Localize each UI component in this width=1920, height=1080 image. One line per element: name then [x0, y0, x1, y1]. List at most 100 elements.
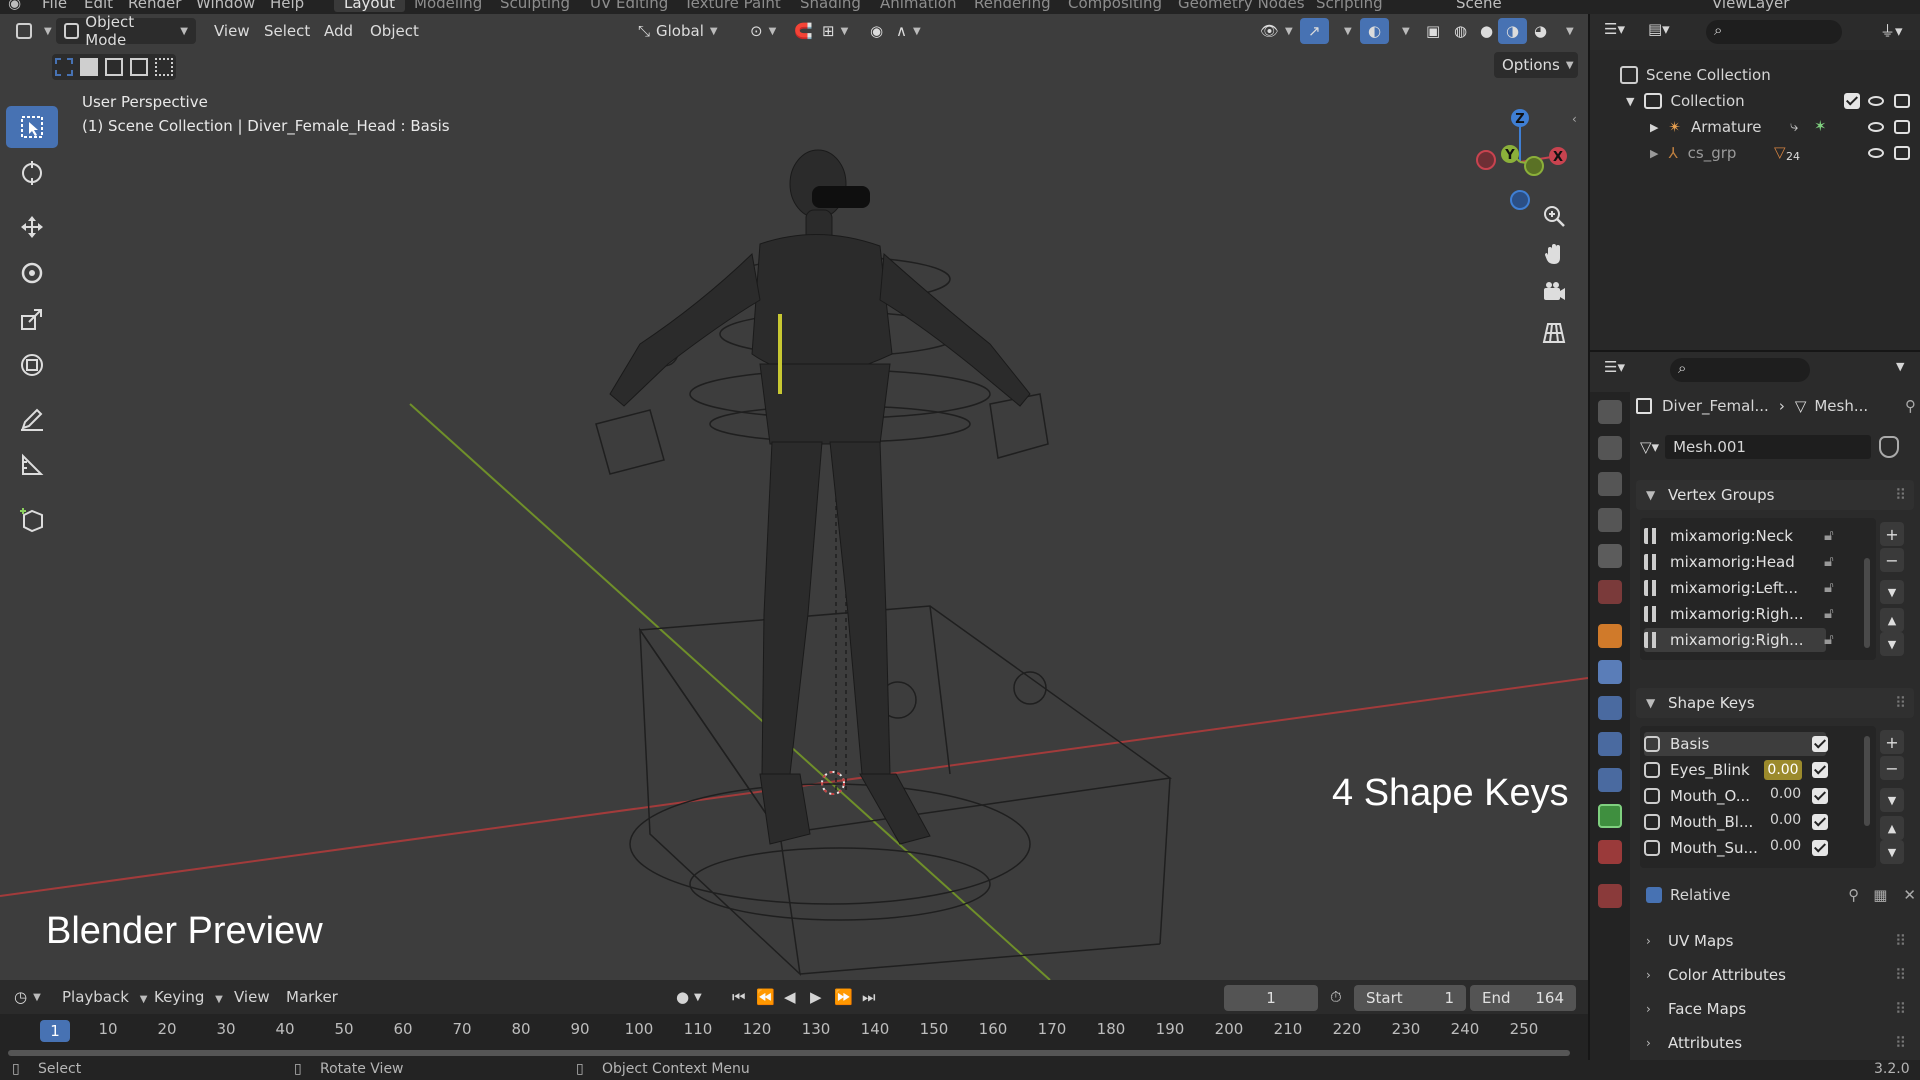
shape-key-value-field[interactable]: 0.00 [1764, 760, 1802, 780]
edit-menu[interactable]: Edit [84, 0, 113, 12]
shading-options-button[interactable]: ▼ [1552, 18, 1582, 44]
tab-texture-paint[interactable]: Texture Paint [684, 0, 781, 12]
rendered-shading-button[interactable]: ◕ [1526, 18, 1555, 44]
timeline-editor-type-button[interactable]: ◷ ▼ [6, 984, 49, 1010]
properties-search-input[interactable]: ⌕ [1670, 358, 1810, 382]
3d-viewport[interactable]: ▼ Object Mode ▼ View Select Add Object ⤡… [0, 14, 1588, 980]
options-dropdown[interactable]: Options ▼ [1494, 52, 1578, 78]
record-options-button[interactable]: ▼ [694, 992, 702, 1003]
shape-key-mute-checkbox[interactable] [1812, 814, 1828, 834]
perspective-toggle-button[interactable] [1536, 314, 1572, 350]
end-frame-field[interactable]: End 164 [1470, 985, 1576, 1011]
tool-tab-icon[interactable] [1598, 400, 1622, 424]
breadcrumb-mesh[interactable]: Mesh... [1814, 397, 1868, 415]
remove-shape-key-button[interactable]: − [1880, 756, 1904, 780]
uv-maps-panel-header[interactable]: › UV Maps ⠿ [1636, 926, 1914, 956]
playback-menu[interactable]: Playback ▼ [62, 988, 147, 1006]
blender-logo-icon[interactable]: ◉ [8, 0, 21, 12]
relative-checkbox[interactable] [1646, 887, 1662, 903]
proportional-falloff-button[interactable]: ∧ ▼ [888, 18, 929, 44]
jump-start-button[interactable]: ⏮ [732, 988, 746, 1006]
pan-button[interactable] [1536, 236, 1572, 272]
select-invert-icon[interactable] [129, 58, 148, 76]
camera-view-button[interactable] [1536, 274, 1572, 310]
lock-icon[interactable]: 🔓︎ [1824, 604, 1834, 622]
marker-menu[interactable]: Marker [286, 988, 338, 1006]
overlays-toggle[interactable]: ◐ [1360, 18, 1390, 44]
outliner-row-cs-grp[interactable]: ▶ ⅄ cs_grp ▽ 24 [1590, 140, 1920, 166]
scene-selector[interactable]: Scene [1456, 0, 1502, 12]
eye-icon[interactable] [1868, 122, 1884, 132]
clear-weights-icon[interactable]: ✕ [1903, 886, 1916, 904]
editor-type-button[interactable]: ▼ [8, 18, 60, 44]
tab-shading[interactable]: Shading [800, 0, 861, 12]
shape-key-value-field[interactable]: 0.00 [1770, 838, 1801, 854]
color-attributes-panel-header[interactable]: › Color Attributes ⠿ [1636, 960, 1914, 990]
shape-key-specials-button[interactable]: ▼ [1880, 788, 1904, 812]
add-shape-key-button[interactable]: + [1880, 730, 1904, 754]
mesh-data-tab-icon[interactable] [1598, 804, 1622, 828]
filter-icon[interactable]: ⏚▾ [1880, 20, 1903, 41]
add-vertex-group-button[interactable]: + [1880, 522, 1904, 546]
vertex-group-item-active[interactable]: mixamorig:Righ... [1644, 628, 1826, 652]
solid-shading-button[interactable]: ● [1472, 18, 1501, 44]
drag-handle-icon[interactable]: ⠿ [1895, 486, 1906, 504]
gizmo-options-button[interactable]: ▼ [1330, 18, 1360, 44]
texture-tab-icon[interactable] [1598, 884, 1622, 908]
scale-tool[interactable] [6, 298, 58, 340]
face-maps-panel-header[interactable]: › Face Maps ⠿ [1636, 994, 1914, 1024]
snap-options-button[interactable]: ⊞ ▼ [814, 18, 856, 44]
outliner-editor-type-icon[interactable]: ☰▾ [1604, 20, 1625, 38]
shape-key-value-field[interactable]: 0.00 [1770, 812, 1801, 828]
tab-modeling[interactable]: Modeling [414, 0, 482, 12]
mode-dropdown[interactable]: Object Mode ▼ [56, 14, 196, 49]
select-subtract-icon[interactable] [104, 58, 123, 76]
proportional-edit-toggle[interactable]: ◉ [862, 18, 891, 44]
measure-tool[interactable] [6, 444, 58, 486]
current-frame-field[interactable]: 1 [1224, 985, 1318, 1011]
list-scrollbar[interactable] [1864, 558, 1870, 648]
breadcrumb-object[interactable]: Diver_Femal... [1662, 397, 1769, 415]
camera-render-icon[interactable] [1894, 120, 1910, 134]
play-reverse-button[interactable]: ◀ [784, 988, 796, 1006]
fake-user-shield-icon[interactable] [1879, 436, 1900, 458]
camera-render-icon[interactable] [1894, 146, 1910, 160]
scene-tab-icon[interactable] [1598, 544, 1622, 568]
move-down-button[interactable]: ▼ [1880, 840, 1904, 864]
tab-layout[interactable]: Layout [334, 0, 405, 12]
move-tool[interactable] [6, 206, 58, 248]
timeline-ruler[interactable]: 1 10 20 30 40 50 60 70 80 90 100 110 120… [0, 1014, 1588, 1060]
pin-shape-icon[interactable]: ⚲ [1848, 886, 1859, 904]
rotate-tool[interactable] [6, 252, 58, 294]
lock-icon[interactable]: 🔓︎ [1824, 578, 1834, 596]
shape-keys-panel-header[interactable]: ▼ Shape Keys ⠿ [1636, 688, 1914, 718]
drag-handle-icon[interactable]: ⠿ [1895, 932, 1906, 950]
display-mode-icon[interactable]: ▤▾ [1648, 20, 1670, 38]
vertex-group-item[interactable]: mixamorig:Head [1644, 550, 1826, 574]
preview-range-toggle[interactable]: ⏱ [1330, 988, 1342, 1006]
render-tab-icon[interactable] [1598, 436, 1622, 460]
select-new-icon[interactable] [55, 58, 74, 76]
constraints-tab-icon[interactable] [1598, 768, 1622, 792]
transform-tool[interactable] [6, 344, 58, 386]
drag-handle-icon[interactable]: ⠿ [1895, 1000, 1906, 1018]
particles-tab-icon[interactable] [1598, 696, 1622, 720]
vertex-group-item[interactable]: mixamorig:Neck [1644, 524, 1826, 548]
add-cube-tool[interactable] [6, 498, 58, 540]
playhead-frame[interactable]: 1 [40, 1020, 70, 1042]
properties-options-icon[interactable]: ▼ [1896, 360, 1904, 373]
sidebar-toggle-arrow[interactable]: ‹ [1572, 112, 1577, 126]
attributes-panel-header[interactable]: › Attributes ⠿ [1636, 1028, 1914, 1058]
shape-key-value-field[interactable]: 0.00 [1770, 786, 1801, 802]
select-menu[interactable]: Select [256, 18, 318, 44]
view-layer-selector[interactable]: ViewLayer [1712, 0, 1789, 12]
shape-key-item-active[interactable]: Basis [1644, 732, 1826, 756]
tab-uv-editing[interactable]: UV Editing [590, 0, 668, 12]
render-menu[interactable]: Render [128, 0, 181, 12]
eye-icon[interactable] [1868, 96, 1884, 106]
mesh-browse-icon[interactable]: ▽▾ [1640, 438, 1659, 456]
remove-vertex-group-button[interactable]: − [1880, 548, 1904, 572]
viewport-scene[interactable] [0, 14, 1588, 980]
material-tab-icon[interactable] [1598, 840, 1622, 864]
tab-animation[interactable]: Animation [880, 0, 956, 12]
